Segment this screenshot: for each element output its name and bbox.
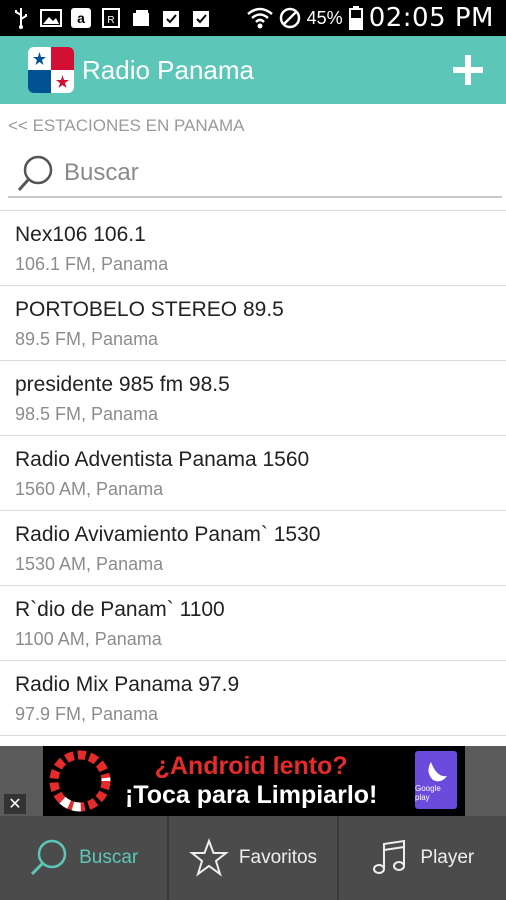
list-item[interactable]: presidente 985 fm 98.5 98.5 FM, Panama (0, 361, 506, 436)
battery-icon (348, 6, 363, 30)
tab-buscar[interactable]: Buscar (0, 816, 167, 900)
usb-icon (10, 7, 32, 29)
status-bar: a R 45% 02:05 PM (0, 0, 506, 36)
music-note-icon (373, 839, 406, 874)
tab-label: Favoritos (238, 847, 318, 868)
app-bar: Radio Panama (0, 36, 506, 104)
svg-text:R: R (107, 15, 114, 26)
ad-content[interactable]: ¿Android lento? ¡Toca para Limpiarlo! Go… (43, 746, 465, 816)
svg-text:a: a (77, 10, 85, 26)
station-name: Radio Adventista Panama 1560 (15, 448, 310, 471)
station-info: 106.1 FM, Panama (15, 254, 169, 274)
star-icon (189, 838, 229, 877)
list-item[interactable]: PORTOBELO STEREO 89.5 89.5 FM, Panama (0, 286, 506, 361)
app-title: Radio Panama (82, 54, 254, 85)
tab-label: Player (420, 847, 475, 868)
station-name: R`dio de Panam` 1100 (15, 598, 225, 621)
station-name: Radio Mix Panama 97.9 (15, 673, 240, 696)
panama-flag-icon (28, 47, 74, 93)
speed-gauge-icon (49, 750, 111, 812)
list-item[interactable]: Radio Adventista Panama 1560 1560 AM, Pa… (0, 436, 506, 511)
image-upload-icon (130, 7, 152, 29)
station-info: 1560 AM, Panama (15, 479, 164, 499)
prescription-icon: R (100, 7, 122, 29)
list-item[interactable]: Radio Avivamiento Panam` 1530 1530 AM, P… (0, 511, 506, 586)
bottom-navigation: Buscar Favoritos Player (0, 816, 506, 900)
station-name: Radio Avivamiento Panam` 1530 (15, 523, 321, 546)
search-bar (8, 150, 502, 198)
wifi-icon (246, 7, 273, 29)
ad-headline: ¿Android lento? (154, 752, 348, 780)
plus-icon (453, 55, 483, 85)
list-item[interactable]: R`dio de Panam` 1100 1100 AM, Panama (0, 586, 506, 661)
clipboard-check-icon (160, 7, 182, 29)
ad-close-button[interactable]: ✕ (4, 794, 26, 814)
clipboard-check-icon-2 (190, 7, 212, 29)
clock: 02:05 PM (368, 3, 494, 33)
do-not-disturb-icon (279, 7, 300, 29)
app-logo-icon: Google play (415, 751, 457, 809)
list-item[interactable]: Nex106 106.1 106.1 FM, Panama (0, 211, 506, 286)
search-input[interactable] (64, 159, 464, 187)
google-play-caption: Google play (415, 784, 441, 802)
list-item[interactable]: Radio Mix Panama 97.9 97.9 FM, Panama (0, 661, 506, 736)
station-info: 1530 AM, Panama (15, 554, 164, 574)
station-list: Nex106 106.1 106.1 FM, Panama PORTOBELO … (0, 211, 506, 746)
station-info: 97.9 FM, Panama (15, 704, 159, 724)
system-status: 45% 02:05 PM (246, 3, 506, 33)
add-station-button[interactable] (438, 40, 498, 100)
tab-favoritos[interactable]: Favoritos (167, 816, 336, 900)
ad-banner: ✕ ¿Android lento? ¡Toca para Limpiarlo! … (0, 746, 506, 816)
amazon-icon: a (70, 7, 92, 29)
image-icon (40, 7, 62, 29)
search-icon (17, 155, 53, 192)
ad-subline: ¡Toca para Limpiarlo! (125, 781, 378, 809)
station-info: 89.5 FM, Panama (15, 329, 159, 349)
tab-player[interactable]: Player (336, 816, 506, 900)
tab-label: Buscar (79, 847, 139, 868)
station-info: 1100 AM, Panama (15, 629, 162, 649)
station-name: Nex106 106.1 (15, 223, 146, 246)
ad-text: ¿Android lento? ¡Toca para Limpiarlo! (125, 752, 377, 810)
station-name: PORTOBELO STEREO 89.5 (15, 298, 284, 321)
station-info: 98.5 FM, Panama (15, 404, 159, 424)
search-icon (31, 839, 67, 876)
back-to-stations-link[interactable]: << ESTACIONES EN PANAMA (8, 116, 245, 136)
notification-icons: a R (0, 0, 212, 36)
station-name: presidente 985 fm 98.5 (15, 373, 230, 396)
battery-percent: 45% (306, 7, 343, 28)
